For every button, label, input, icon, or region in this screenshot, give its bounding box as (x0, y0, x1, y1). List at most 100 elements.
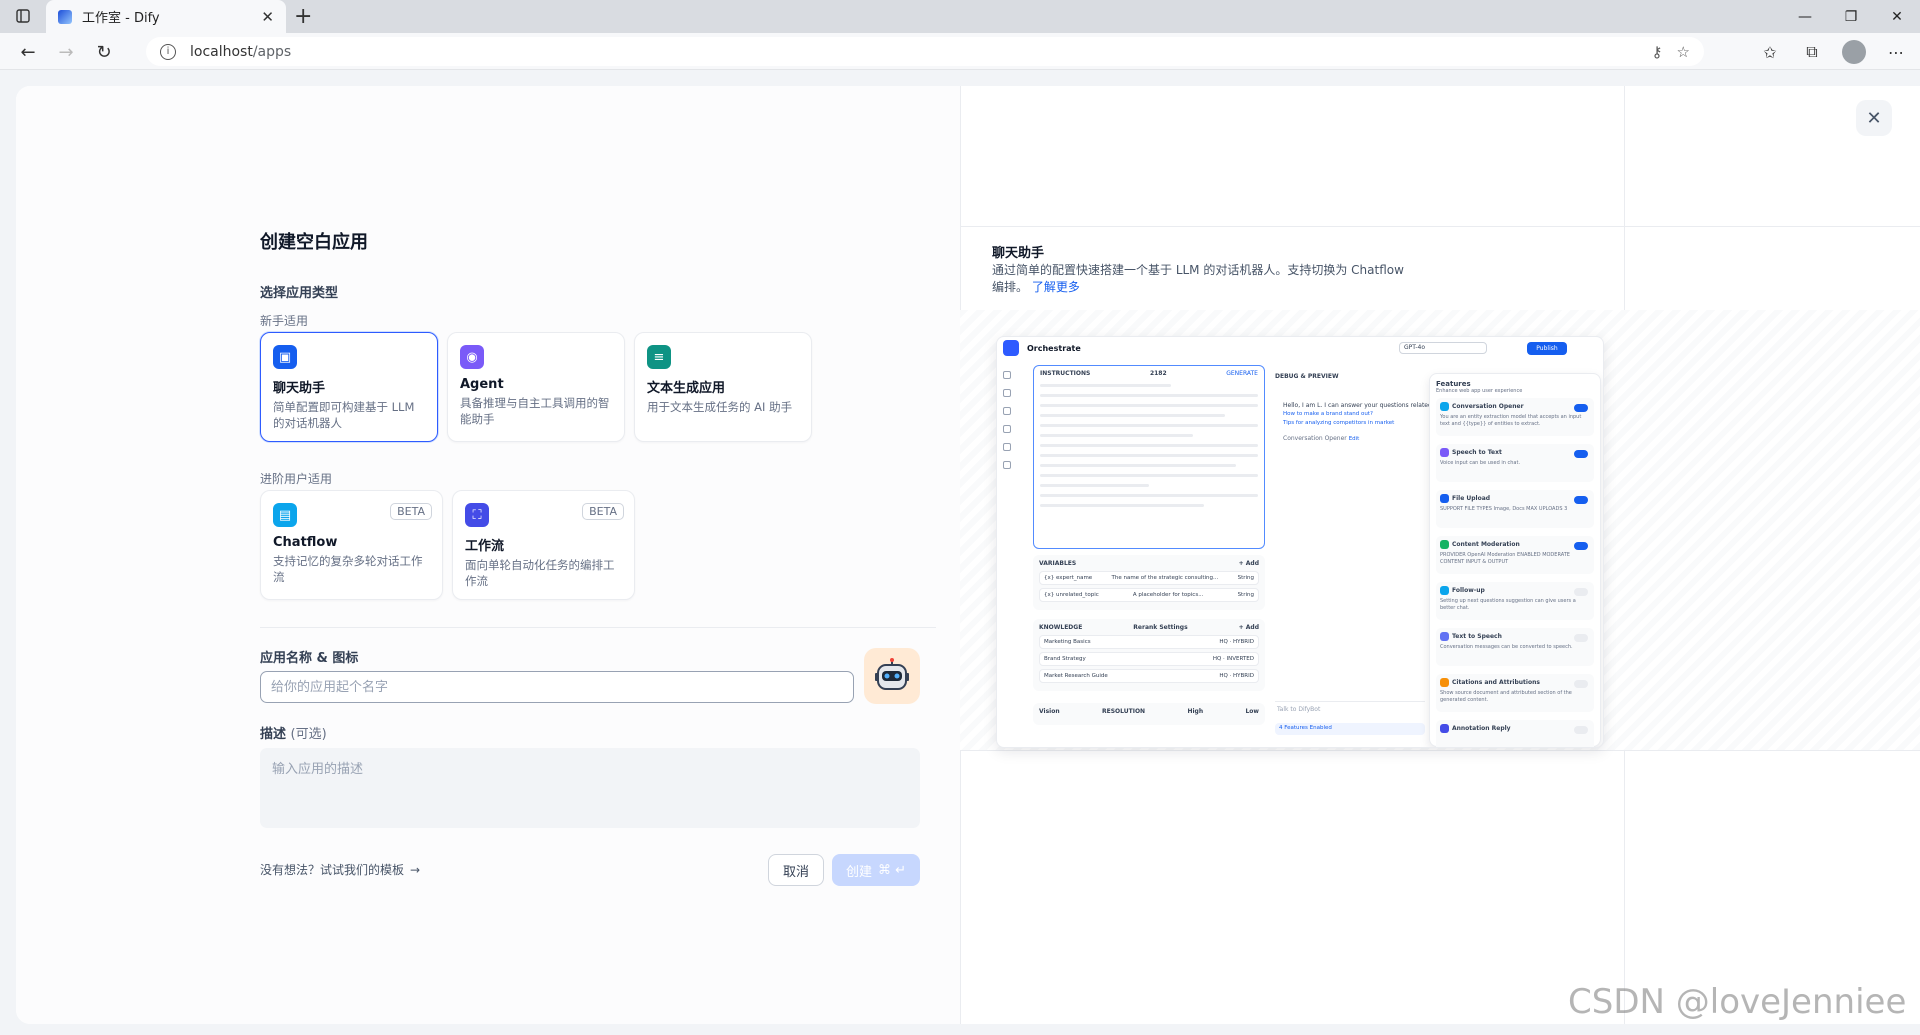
agent-icon: ◉ (460, 345, 484, 369)
mini-feature-desc: SUPPORT FILE TYPES Image, Docs MAX UPLOA… (1440, 506, 1568, 512)
mini-var-desc: A placeholder for topics... (1132, 592, 1204, 598)
mini-var-name: {x} unrelated_topic (1044, 592, 1099, 598)
mini-var-name: {x} expert_name (1044, 575, 1093, 581)
back-icon[interactable]: ← (14, 39, 42, 65)
mini-kb-tag: HQ · INVERTED (1212, 656, 1254, 662)
card-title: 聊天助手 (273, 381, 326, 396)
url-field[interactable]: i localhost/apps ⚷ ☆ (146, 37, 1704, 66)
app-type-heading: 选择应用类型 (260, 286, 339, 301)
mini-kb-tag: HQ · HYBRID (1219, 673, 1254, 679)
mini-feature-desc: Conversation messages can be converted t… (1440, 644, 1573, 650)
modal-title: 创建空白应用 (260, 232, 368, 253)
mini-var-desc: The name of the strategic consulting... (1111, 575, 1219, 581)
mini-feature-icon (1440, 448, 1449, 457)
template-link[interactable]: 没有想法？试试我们的模板 → (260, 861, 420, 878)
mini-suggested-question: How to make a brand stand out? (1283, 411, 1373, 417)
mini-feature-name: Follow-up (1440, 586, 1590, 595)
mini-feature-toggle (1574, 588, 1588, 596)
mini-feature-toggle (1574, 680, 1588, 688)
mini-feature-desc: Voice input can be used in chat. (1440, 460, 1521, 466)
mini-feature-item: File Upload SUPPORT FILE TYPES Image, Doc… (1436, 490, 1594, 528)
mini-features-subtitle: Enhance web app user experience (1436, 388, 1523, 394)
app-icon-picker[interactable] (864, 648, 920, 704)
mini-feature-icon (1440, 724, 1449, 733)
card-desc: 用于文本生成任务的 AI 助手 (647, 400, 793, 414)
app-description-input[interactable] (260, 748, 920, 828)
mini-opener-label: Conversation Opener (1283, 435, 1347, 442)
forward-icon[interactable]: → (52, 39, 80, 65)
url-path: /apps (252, 43, 292, 60)
app-type-card-chatflow[interactable]: ▤ BETA Chatflow 支持记忆的复杂多轮对话工作流 (260, 490, 443, 600)
mini-feature-icon (1440, 494, 1449, 503)
mini-feature-desc: Setting up next questions suggestion can… (1440, 598, 1576, 611)
mini-debug-title: DEBUG & PREVIEW (1275, 373, 1339, 380)
restore-icon[interactable]: ❐ (1828, 0, 1874, 33)
collections-icon[interactable]: ⧉ (1798, 38, 1826, 66)
mini-instructions-count: 2182 (1149, 370, 1167, 377)
app-type-card-agent[interactable]: ◉ Agent 具备推理与自主工具调用的智能助手 (447, 332, 625, 442)
key-icon[interactable]: ⚷ (1652, 43, 1663, 61)
description-label-text: 描述 (260, 727, 287, 742)
mini-orchestrate-title: Orchestrate (1027, 343, 1081, 353)
grid-line (960, 226, 1920, 227)
mini-feature-name: File Upload (1440, 494, 1590, 503)
advanced-label: 进阶用户适用 (260, 472, 333, 486)
grid-line (960, 750, 1920, 751)
browser-address-bar: ← → ↻ i localhost/apps ⚷ ☆ ✩ ⧉ ⋯ (0, 33, 1920, 70)
description-label: 描述 (可选) (260, 723, 327, 742)
mini-feature-toggle (1574, 496, 1588, 504)
chatflow-icon: ▤ (273, 503, 297, 527)
tab-title: 工作室 - Dify (82, 11, 160, 26)
app-name-input[interactable] (260, 671, 854, 703)
new-tab-icon[interactable]: + (294, 4, 312, 29)
mini-feature-name: Conversation Opener (1440, 402, 1590, 411)
mini-feature-icon (1440, 540, 1449, 549)
url-host: localhost (190, 43, 253, 60)
mini-feature-icon (1440, 678, 1449, 687)
reload-icon[interactable]: ↻ (90, 39, 118, 65)
cancel-button[interactable]: 取消 (768, 854, 824, 886)
favorite-add-icon[interactable]: ☆ (1677, 43, 1690, 61)
card-title: Agent (460, 377, 504, 392)
mini-feature-toggle (1574, 634, 1588, 642)
mini-feature-name-text: Annotation Reply (1452, 725, 1511, 732)
favorites-icon[interactable]: ✩ (1756, 38, 1784, 66)
mini-feature-name-text: File Upload (1452, 495, 1491, 502)
create-button[interactable]: 创建 ⌘ ↵ (832, 854, 920, 886)
mini-logo-icon (1003, 340, 1019, 356)
mini-chat: Hello, I am L. I can answer your questio… (1283, 401, 1433, 444)
csdn-watermark: CSDN @loveJenniee (1568, 982, 1907, 1022)
mini-feature-name-text: Speech to Text (1452, 449, 1502, 456)
mini-edit-link: Edit (1348, 436, 1360, 442)
app-type-card-workflow[interactable]: ⛶ BETA 工作流 面向单轮自动化任务的编排工作流 (452, 490, 635, 600)
more-icon[interactable]: ⋯ (1882, 38, 1910, 66)
mini-feature-icon (1440, 586, 1449, 595)
close-modal-button[interactable]: ✕ (1856, 100, 1892, 136)
mini-feature-toggle (1574, 726, 1588, 734)
tab-actions-button[interactable] (12, 6, 34, 26)
site-info-icon[interactable]: i (160, 43, 176, 60)
learn-more-link[interactable]: 了解更多 (1032, 280, 1080, 294)
mini-vision-panel: Vision RESOLUTION High Low (1033, 703, 1265, 725)
mini-feature-toggle (1574, 450, 1588, 458)
mini-feature-name: Speech to Text (1440, 448, 1590, 457)
mini-features-title: Features (1436, 380, 1471, 388)
tab-close-icon[interactable]: ✕ (261, 8, 274, 26)
mini-header: Orchestrate (997, 337, 1603, 359)
browser-tab[interactable]: 工作室 - Dify ✕ (46, 0, 286, 33)
mini-high-option: High (1187, 708, 1204, 715)
preview-title: 聊天助手 (992, 246, 1045, 261)
minimize-icon[interactable]: — (1782, 0, 1828, 33)
mini-greeting: Hello, I am L. I can answer your questio… (1283, 402, 1432, 409)
profile-avatar[interactable] (1840, 38, 1868, 66)
mini-variable-row: {x} expert_name The name of the strategic… (1039, 571, 1259, 585)
enter-key-icon: ⌘ ↵ (877, 862, 907, 878)
dify-favicon-icon (58, 9, 72, 24)
window-close-icon[interactable]: ✕ (1874, 0, 1920, 33)
text-generation-icon: ≡ (647, 345, 671, 369)
app-type-card-chat-assistant[interactable]: ▣ 聊天助手 简单配置即可构建基于 LLM 的对话机器人 (260, 332, 438, 442)
mini-feature-icon (1440, 402, 1449, 411)
mini-publish-button: Publish (1527, 342, 1567, 355)
close-icon: ✕ (1866, 107, 1882, 129)
app-type-card-text-generation[interactable]: ≡ 文本生成应用 用于文本生成任务的 AI 助手 (634, 332, 812, 442)
